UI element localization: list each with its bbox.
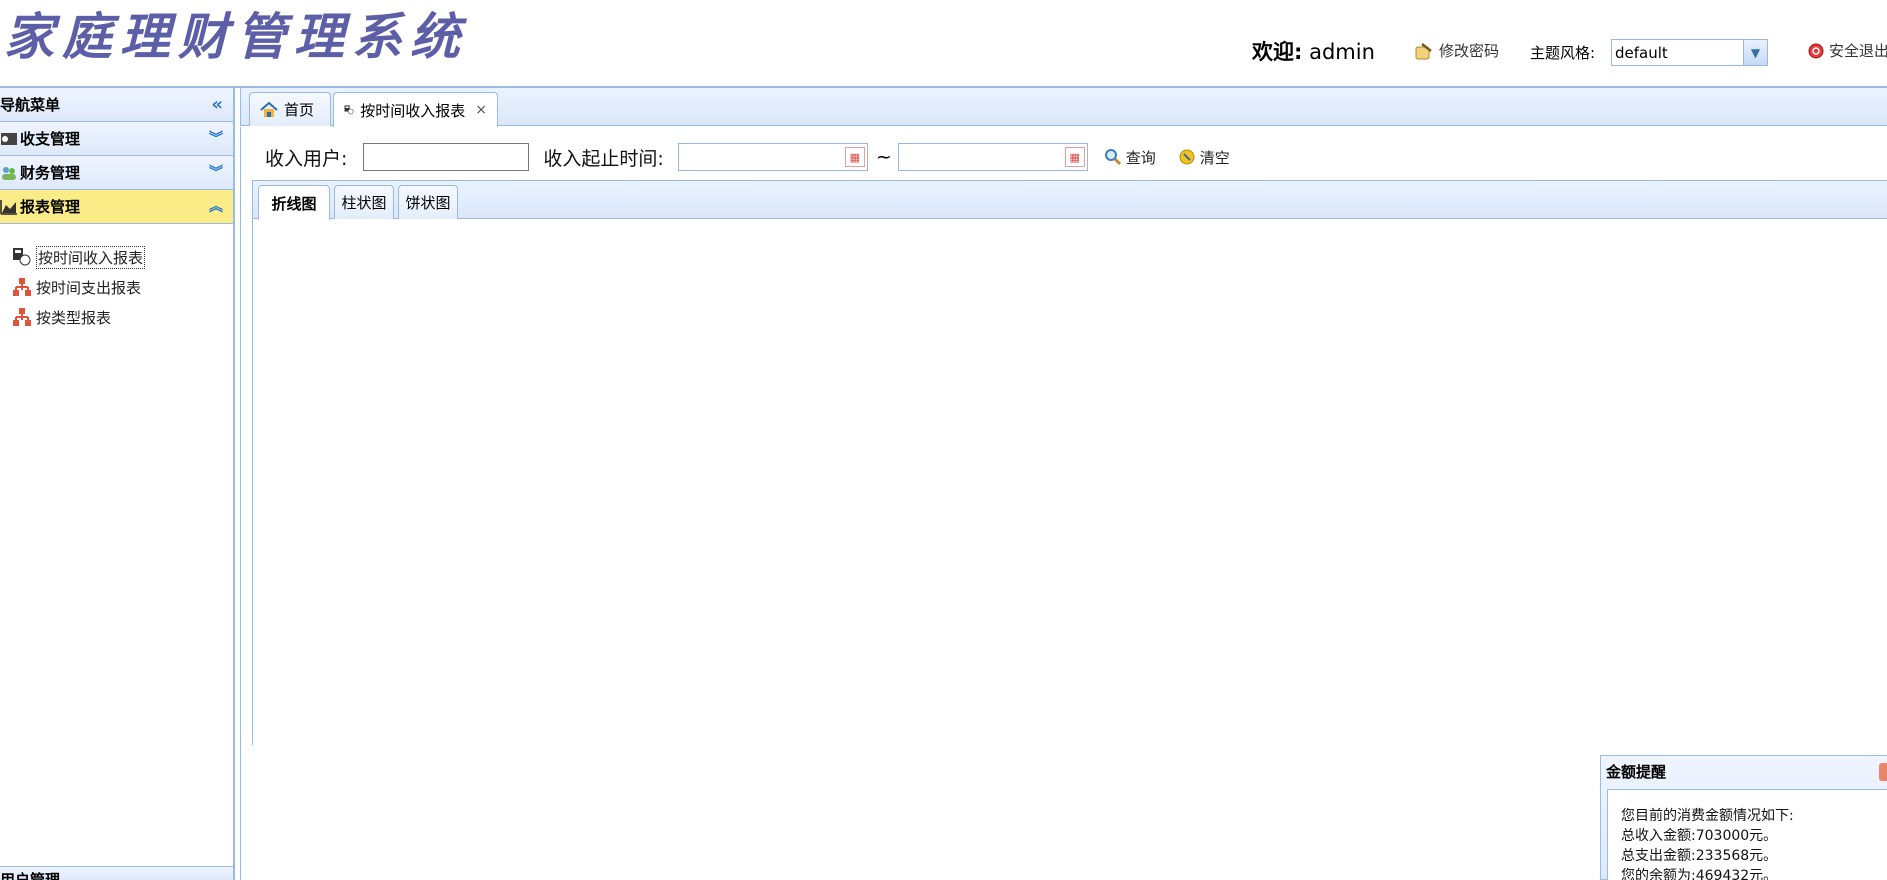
power-icon	[1808, 43, 1824, 58]
tab-label: 折线图	[271, 194, 317, 213]
range-separator: ~	[875, 146, 892, 168]
clear-label: 清空	[1199, 148, 1230, 167]
sidebar-section-finance[interactable]: 财务管理 ︾	[0, 156, 233, 190]
user-label: 收入用户:	[265, 147, 348, 170]
end-date-input[interactable]: ▦	[897, 143, 1088, 171]
close-icon[interactable]	[1879, 763, 1887, 781]
reports-menu: 按时间收入报表 按时间支出报表 按类型报表	[0, 224, 233, 866]
chart-area	[253, 219, 1887, 745]
query-label: 查询	[1125, 148, 1156, 167]
users-icon	[2, 166, 16, 180]
popup-line: 总收入金额:703000元。	[1621, 828, 1778, 844]
popup-title-text: 金额提醒	[1606, 763, 1667, 781]
welcome-label: 欢迎:	[1252, 40, 1303, 64]
home-icon	[260, 101, 278, 117]
chart-panel: 折线图 柱状图 饼状图	[252, 180, 1887, 745]
sidebar: 导航菜单 « 收支管理 ︾ 财务管理 ︾ 报表管理 ︽ 按时间收入报表 按时间支…	[0, 88, 235, 880]
clear-button[interactable]: 清空	[1178, 147, 1230, 168]
popup-line: 您的余额为:469432元。	[1621, 868, 1778, 880]
sidebar-item-by-type[interactable]: 按类型报表	[0, 302, 233, 332]
tab-line-chart[interactable]: 折线图	[258, 185, 330, 220]
main-tabs: 首页 按时间收入报表 ×	[240, 88, 1887, 127]
tab-income-by-time[interactable]: 按时间收入报表 ×	[333, 92, 498, 127]
chevron-double-down-icon[interactable]: ︾	[209, 122, 223, 156]
user-input[interactable]	[363, 143, 530, 171]
report-icon	[13, 248, 31, 266]
tab-pie-chart[interactable]: 饼状图	[398, 185, 458, 219]
start-date-input[interactable]: ▦	[677, 143, 868, 171]
chart-type-tabs: 折线图 柱状图 饼状图	[253, 181, 1887, 220]
collapse-left-icon[interactable]: «	[211, 88, 223, 122]
sidebar-item-label: 按时间支出报表	[36, 278, 142, 297]
time-range-label: 收入起止时间:	[543, 147, 664, 170]
tab-label: 首页	[284, 101, 315, 119]
popup-line: 总支出金额:233568元。	[1621, 848, 1778, 864]
clear-icon	[1179, 149, 1195, 165]
sidebar-section-label: 财务管理	[20, 163, 81, 182]
app-logo: 家庭理财管理系统	[4, 7, 468, 66]
sidebar-title-text: 导航菜单	[0, 96, 61, 114]
tab-label: 柱状图	[341, 194, 387, 212]
report-icon	[344, 105, 354, 115]
amount-reminder-popup: 金额提醒 您目前的消费金额情况如下: 总收入金额:703000元。 总支出金额:…	[1600, 755, 1887, 880]
sidebar-section-label: 用户管理	[0, 871, 61, 880]
sidebar-item-expense-by-time[interactable]: 按时间支出报表	[0, 272, 233, 302]
sidebar-section-label: 收支管理	[20, 129, 81, 148]
welcome-text: 欢迎: admin	[1252, 36, 1375, 66]
sidebar-title: 导航菜单 «	[0, 88, 233, 122]
cashbox-icon	[1, 132, 17, 145]
close-icon[interactable]: ×	[475, 102, 487, 118]
tab-home[interactable]: 首页	[249, 92, 331, 126]
tab-label: 饼状图	[405, 194, 451, 212]
search-toolbar: 收入用户: 收入起止时间: ▦ ~ ▦ 查询 清空	[265, 141, 1230, 173]
popup-title: 金额提醒	[1601, 756, 1887, 789]
sidebar-section-reports[interactable]: 报表管理 ︽	[0, 190, 233, 224]
search-icon	[1104, 149, 1121, 166]
sitemap-icon	[13, 308, 31, 326]
change-password-link[interactable]: 修改密码	[1414, 40, 1499, 61]
key-edit-icon	[1415, 42, 1432, 59]
logout-link[interactable]: 安全退出	[1808, 40, 1887, 61]
sidebar-item-label: 按类型报表	[36, 308, 112, 327]
theme-select[interactable]: default ▼	[1611, 39, 1768, 66]
popup-body: 您目前的消费金额情况如下: 总收入金额:703000元。 总支出金额:23356…	[1607, 789, 1887, 880]
sitemap-icon	[13, 278, 31, 296]
chart-area-icon	[0, 199, 17, 215]
calendar-icon[interactable]: ▦	[844, 147, 865, 167]
sidebar-section-users[interactable]: 用户管理	[0, 866, 233, 880]
chevron-double-down-icon[interactable]: ︾	[209, 156, 223, 190]
tab-bar-chart[interactable]: 柱状图	[334, 185, 394, 219]
chevron-down-icon[interactable]: ▼	[1743, 40, 1767, 65]
username: admin	[1309, 40, 1375, 64]
theme-select-value: default	[1615, 44, 1668, 62]
change-password-label: 修改密码	[1439, 42, 1500, 60]
sidebar-section-label: 报表管理	[20, 197, 81, 216]
popup-line: 您目前的消费金额情况如下:	[1621, 808, 1794, 824]
sidebar-item-label: 按时间收入报表	[36, 245, 146, 269]
chevron-double-up-icon[interactable]: ︽	[209, 190, 223, 224]
theme-label: 主题风格:	[1530, 44, 1596, 62]
sidebar-section-income-expense[interactable]: 收支管理 ︾	[0, 122, 233, 156]
calendar-icon[interactable]: ▦	[1064, 147, 1085, 167]
header: 家庭理财管理系统 欢迎: admin 修改密码 主题风格: default ▼ …	[0, 0, 1887, 88]
query-button[interactable]: 查询	[1104, 147, 1156, 168]
logout-label: 安全退出	[1829, 42, 1887, 60]
tab-label: 按时间收入报表	[360, 101, 466, 120]
sidebar-item-income-by-time[interactable]: 按时间收入报表	[0, 242, 233, 272]
